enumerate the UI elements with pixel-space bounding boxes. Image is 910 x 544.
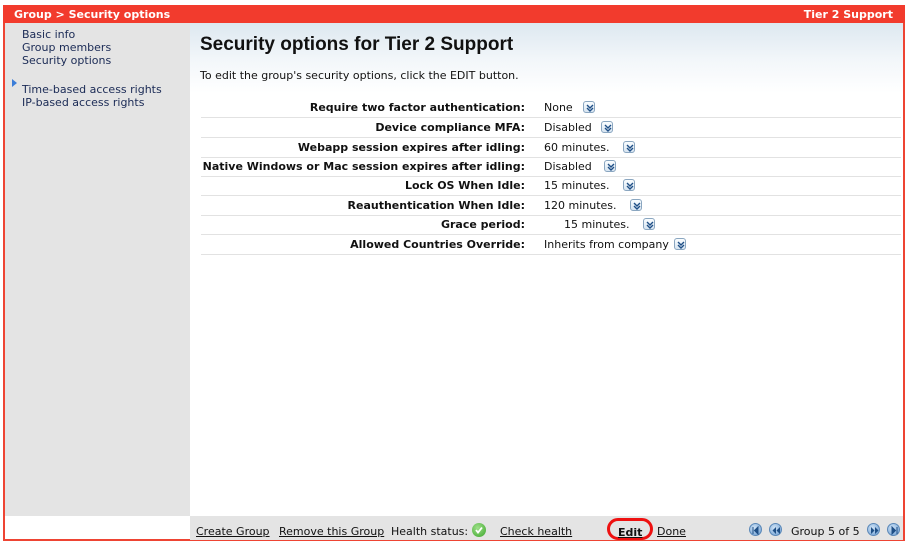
setting-label: Native Windows or Mac session expires af…: [202, 160, 525, 173]
chevron-down-icon[interactable]: [604, 160, 616, 172]
active-arrow-icon: [12, 79, 17, 87]
sidebar: Basic info Group members Security option…: [5, 23, 190, 516]
setting-row-two-factor: Require two factor authentication: None: [201, 98, 901, 118]
setting-value: None: [544, 101, 573, 114]
setting-label: Device compliance MFA:: [375, 121, 525, 134]
done-link[interactable]: Done: [657, 525, 686, 538]
chevron-down-icon[interactable]: [623, 179, 635, 191]
remove-group-link[interactable]: Remove this Group: [279, 525, 384, 538]
chevron-down-icon[interactable]: [583, 101, 595, 113]
chevron-down-icon[interactable]: [674, 238, 686, 250]
chevron-down-icon[interactable]: [601, 121, 613, 133]
edit-button-highlight: Edit: [607, 518, 653, 540]
setting-row-webapp-session: Webapp session expires after idling: 60 …: [201, 138, 901, 158]
setting-value: 120 minutes.: [544, 199, 617, 212]
setting-row-grace-period: Grace period: 15 minutes.: [201, 215, 901, 235]
check-health-link[interactable]: Check health: [500, 525, 572, 538]
health-status-label: Health status:: [391, 525, 469, 538]
title-bar: Group > Security options Tier 2 Support: [3, 5, 905, 23]
setting-value: 60 minutes.: [544, 141, 610, 154]
sidebar-item-time-based-access[interactable]: Time-based access rights: [22, 83, 162, 96]
breadcrumb: Group > Security options: [14, 8, 171, 21]
green-check-icon: [472, 523, 486, 537]
last-page-icon[interactable]: [887, 523, 900, 536]
sidebar-item-ip-based-access[interactable]: IP-based access rights: [22, 96, 144, 109]
footer-bar: Create Group Remove this Group Health st…: [190, 516, 903, 540]
setting-label: Webapp session expires after idling:: [297, 141, 525, 154]
create-group-link[interactable]: Create Group: [196, 525, 270, 538]
chevron-down-icon[interactable]: [630, 199, 642, 211]
setting-row-reauthentication: Reauthentication When Idle: 120 minutes.: [201, 196, 901, 216]
setting-row-allowed-countries: Allowed Countries Override: Inherits fro…: [201, 235, 901, 255]
sidebar-item-security-options[interactable]: Security options: [22, 54, 111, 67]
setting-label: Lock OS When Idle:: [404, 179, 525, 192]
chevron-down-icon[interactable]: [643, 218, 655, 230]
setting-label: Grace period:: [440, 218, 525, 231]
setting-label: Require two factor authentication:: [309, 101, 525, 114]
setting-value: Inherits from company: [544, 238, 669, 251]
instructions-text: To edit the group's security options, cl…: [200, 69, 519, 82]
setting-value: Disabled: [544, 121, 592, 134]
setting-label: Reauthentication When Idle:: [347, 199, 525, 212]
setting-value: Disabled: [544, 160, 592, 173]
setting-row-device-compliance: Device compliance MFA: Disabled: [201, 118, 901, 138]
group-name-label: Tier 2 Support: [803, 8, 893, 21]
chevron-down-icon[interactable]: [623, 141, 635, 153]
edit-button[interactable]: Edit: [618, 526, 642, 539]
pager-text: Group 5 of 5: [791, 525, 860, 538]
next-page-icon[interactable]: [867, 523, 880, 536]
setting-value: 15 minutes.: [564, 218, 630, 231]
sidebar-item-group-members[interactable]: Group members: [22, 41, 111, 54]
main-content: Security options for Tier 2 Support To e…: [190, 23, 903, 516]
setting-row-lock-os: Lock OS When Idle: 15 minutes.: [201, 176, 901, 196]
setting-value: 15 minutes.: [544, 179, 610, 192]
page-title: Security options for Tier 2 Support: [200, 34, 514, 55]
previous-page-icon[interactable]: [769, 523, 782, 536]
setting-label: Allowed Countries Override:: [350, 238, 525, 251]
sidebar-item-basic-info[interactable]: Basic info: [22, 28, 75, 41]
first-page-icon[interactable]: [749, 523, 762, 536]
setting-row-native-session: Native Windows or Mac session expires af…: [201, 157, 901, 177]
